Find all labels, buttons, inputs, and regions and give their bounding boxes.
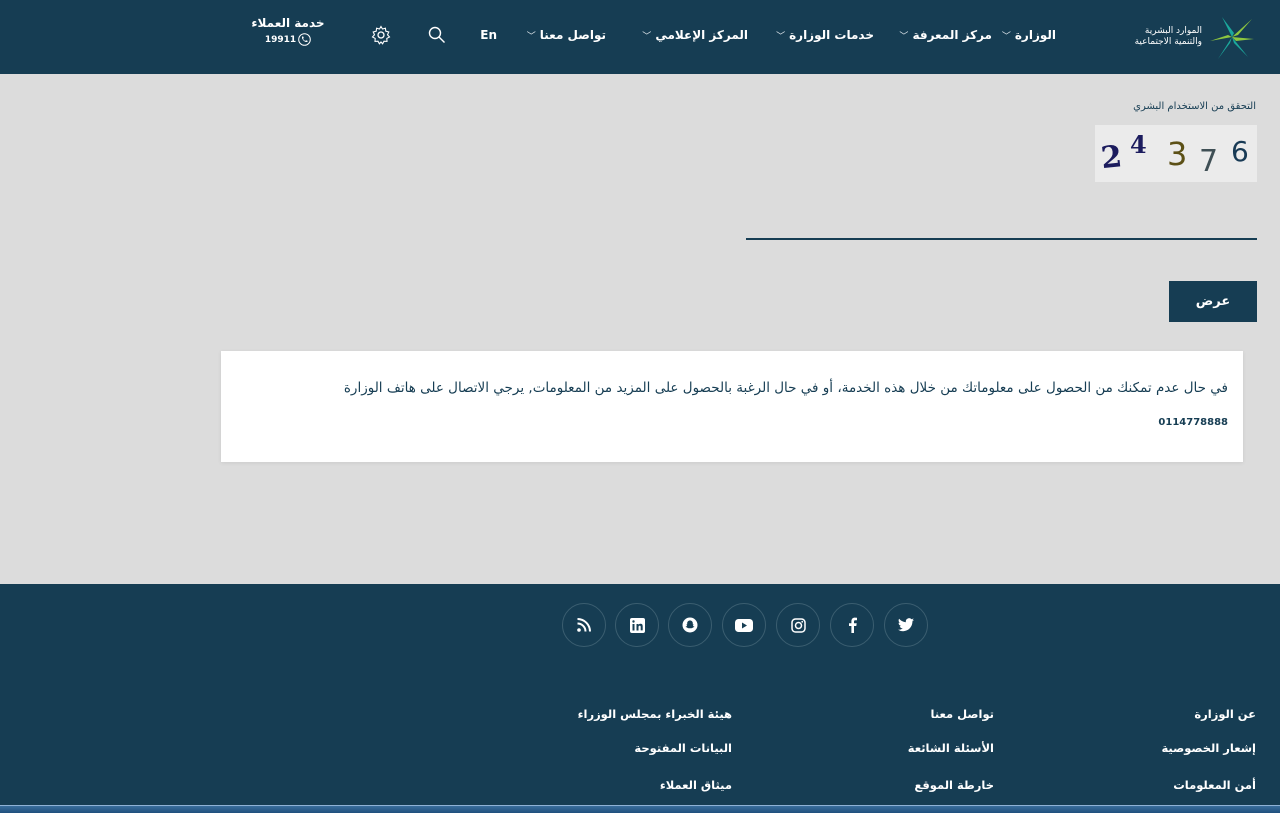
notice-text: في حال عدم تمكنك من الحصول على معلوماتك … bbox=[343, 380, 1228, 396]
linkedin-icon bbox=[629, 617, 645, 633]
facebook-link[interactable] bbox=[830, 603, 874, 647]
footer-link-info-security[interactable]: أمن المعلومات bbox=[1173, 778, 1256, 792]
nav-knowledge-center-label: مركز المعرفة bbox=[912, 28, 992, 42]
footer-link-privacy[interactable]: إشعار الخصوصية bbox=[1161, 741, 1256, 755]
settings-button[interactable] bbox=[370, 24, 392, 46]
nav-media-center-label: المركز الإعلامي bbox=[655, 28, 748, 42]
language-switch-label: En bbox=[480, 28, 497, 42]
captcha-digit: 6 bbox=[1231, 135, 1249, 168]
notice-phone: 0114778888 bbox=[1158, 417, 1228, 428]
twitter-link[interactable] bbox=[884, 603, 928, 647]
facebook-icon bbox=[848, 617, 857, 633]
customer-service-phone: 19911 bbox=[265, 33, 311, 46]
phone-icon bbox=[298, 33, 311, 46]
footer-link-experts-commission[interactable]: هيئة الخبراء بمجلس الوزراء bbox=[578, 707, 732, 721]
gear-icon bbox=[371, 25, 391, 45]
linkedin-link[interactable] bbox=[615, 603, 659, 647]
chevron-down-icon: ﹀ bbox=[1001, 31, 1011, 42]
logo-text: الموارد البشرية والتنمية الاجتماعية bbox=[1135, 26, 1202, 48]
nav-ministry-services[interactable]: خدمات الوزارة ﹀ bbox=[776, 28, 874, 42]
chevron-down-icon: ﹀ bbox=[899, 31, 909, 42]
social-bar bbox=[0, 584, 1280, 660]
search-button[interactable] bbox=[426, 24, 448, 46]
language-switch[interactable]: En bbox=[480, 28, 497, 42]
youtube-link[interactable] bbox=[722, 603, 766, 647]
nav-media-center[interactable]: المركز الإعلامي ﹀ bbox=[642, 28, 748, 42]
search-icon bbox=[428, 26, 445, 43]
logo-line-2: والتنمية الاجتماعية bbox=[1134, 37, 1202, 47]
captcha-digit: 3 bbox=[1167, 135, 1187, 173]
notice-box: في حال عدم تمكنك من الحصول على معلوماتك … bbox=[221, 351, 1243, 462]
logo-line-1: الموارد البشرية bbox=[1144, 26, 1202, 36]
footer-link-contact[interactable]: تواصل معنا bbox=[931, 707, 994, 721]
customer-service-number: 19911 bbox=[264, 34, 297, 45]
footer-link-faq[interactable]: الأسئلة الشائعة bbox=[908, 741, 994, 755]
snapchat-link[interactable] bbox=[668, 603, 712, 647]
youtube-icon bbox=[735, 618, 753, 632]
captcha-image: 2 4 3 7 6 bbox=[1095, 125, 1257, 182]
instagram-icon bbox=[790, 617, 806, 633]
nav-contact-us[interactable]: تواصل معنا ﹀ bbox=[527, 28, 606, 42]
chevron-down-icon: ﹀ bbox=[642, 31, 652, 42]
footer-link-about[interactable]: عن الوزارة bbox=[1194, 707, 1256, 721]
chevron-down-icon: ﹀ bbox=[776, 31, 786, 42]
footer-link-sitemap[interactable]: خارطة الموقع bbox=[914, 778, 994, 792]
rss-icon bbox=[577, 618, 591, 632]
submit-button[interactable]: عرض bbox=[1169, 281, 1257, 322]
captcha-input[interactable] bbox=[746, 200, 1257, 240]
footer-link-open-data[interactable]: البيانات المفتوحة bbox=[634, 741, 732, 755]
top-header: الموارد البشرية والتنمية الاجتماعية الوز… bbox=[0, 0, 1280, 74]
captcha-digit: 2 bbox=[1099, 139, 1123, 176]
nav-ministry[interactable]: الوزارة ﹀ bbox=[1002, 28, 1056, 42]
nav-ministry-services-label: خدمات الوزارة bbox=[789, 28, 874, 42]
customer-service[interactable]: خدمة العملاء 19911 bbox=[250, 16, 326, 50]
instagram-link[interactable] bbox=[776, 603, 820, 647]
captcha-digit: 4 bbox=[1130, 130, 1147, 159]
footer-links: عن الوزارة إشعار الخصوصية أمن المعلومات … bbox=[0, 660, 1280, 805]
snapchat-icon bbox=[682, 617, 698, 633]
customer-service-title: خدمة العملاء bbox=[251, 16, 325, 30]
nav-ministry-label: الوزارة bbox=[1014, 28, 1056, 42]
chevron-down-icon: ﹀ bbox=[526, 31, 536, 42]
captcha-digit: 7 bbox=[1199, 144, 1218, 179]
nav-contact-us-label: تواصل معنا bbox=[539, 28, 606, 42]
rss-link[interactable] bbox=[562, 603, 606, 647]
ministry-logo[interactable]: الموارد البشرية والتنمية الاجتماعية bbox=[1135, 12, 1256, 62]
os-taskbar bbox=[0, 805, 1280, 813]
nav-knowledge-center[interactable]: مركز المعرفة ﹀ bbox=[899, 28, 992, 42]
footer-link-customer-charter[interactable]: ميثاق العملاء bbox=[660, 778, 732, 792]
ministry-emblem-icon bbox=[1210, 17, 1254, 59]
captcha-label: التحقق من الاستخدام البشري bbox=[1133, 101, 1256, 112]
twitter-icon bbox=[898, 618, 914, 632]
